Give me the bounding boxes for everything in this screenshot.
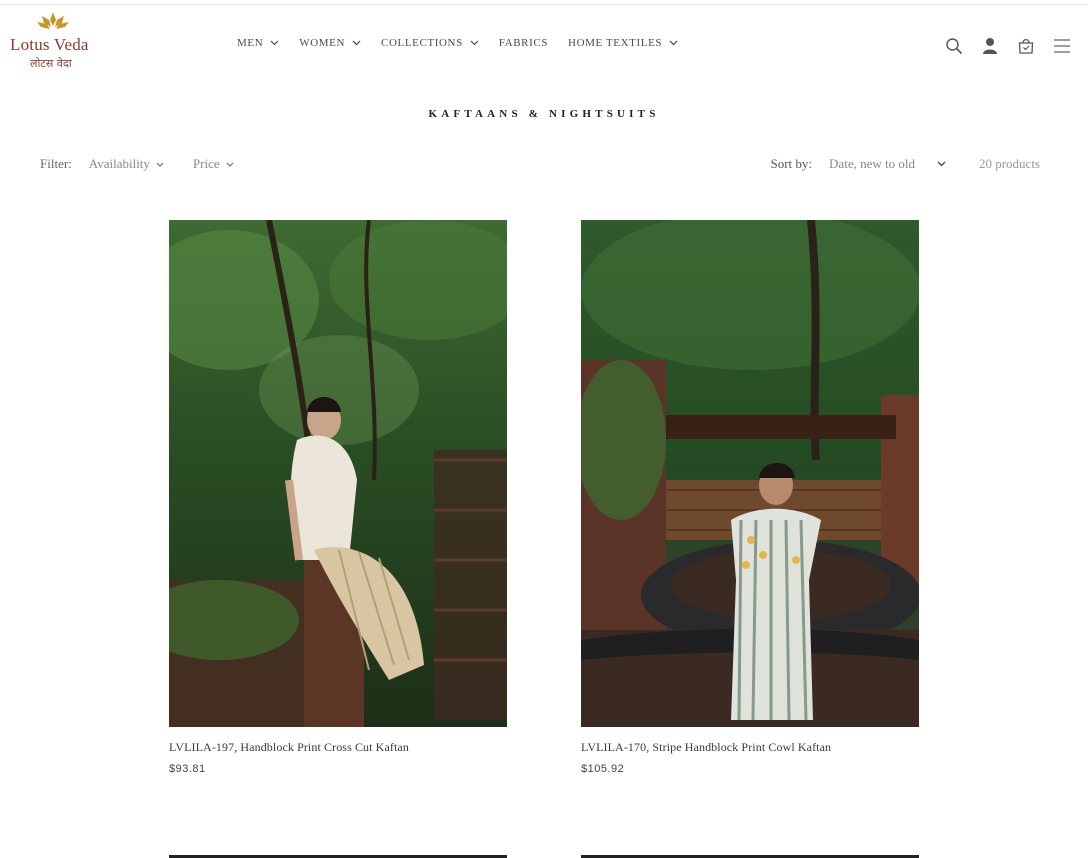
sort-select-value: Date, new to old xyxy=(829,156,915,171)
nav-collections[interactable]: COLLECTIONS xyxy=(381,37,479,49)
sort-bar: Sort by: Date, new to old 20 products xyxy=(771,156,1041,172)
logo[interactable]: Lotus Veda लोटस वेदा xyxy=(8,10,100,72)
filter-label: Filter: xyxy=(40,156,72,171)
nav-men-label: MEN xyxy=(237,37,264,49)
nav-home-textiles-label: HOME TEXTILES xyxy=(568,37,663,49)
product-image[interactable] xyxy=(169,220,507,727)
availability-filter[interactable]: Availability xyxy=(89,156,164,172)
product-count: 20 products xyxy=(978,156,1040,171)
sort-label: Sort by: xyxy=(770,156,813,171)
menu-icon[interactable] xyxy=(1052,36,1072,56)
product-price: $93.81 xyxy=(169,763,206,775)
nav-fabrics-label: FABRICS xyxy=(498,37,549,49)
product-card[interactable]: LVLILA-170, Stripe Handblock Print Cowl … xyxy=(581,220,919,775)
price-filter-label: Price xyxy=(192,156,220,171)
nav-collections-label: COLLECTIONS xyxy=(381,37,463,49)
filter-bar: Filter: Availability Price xyxy=(40,156,263,172)
account-icon[interactable] xyxy=(980,36,1000,56)
lotus-logo-icon xyxy=(37,12,69,29)
product-card[interactable]: LVLILA-197, Handblock Print Cross Cut Ka… xyxy=(169,220,507,775)
chevron-down-icon xyxy=(470,40,479,46)
header-icons xyxy=(928,36,1072,56)
nav-men[interactable]: MEN xyxy=(237,37,279,49)
chevron-down-icon xyxy=(226,162,234,167)
product-image[interactable] xyxy=(581,220,919,727)
chevron-down-icon xyxy=(669,40,678,46)
chevron-down-icon xyxy=(937,161,946,167)
chevron-down-icon xyxy=(156,162,164,167)
availability-filter-label: Availability xyxy=(88,156,150,171)
cart-icon[interactable] xyxy=(1016,36,1036,56)
product-title[interactable]: LVLILA-197, Handblock Print Cross Cut Ka… xyxy=(169,740,507,755)
nav-women[interactable]: WOMEN xyxy=(299,37,361,49)
nav-fabrics[interactable]: FABRICS xyxy=(499,37,548,49)
logo-name: Lotus Veda xyxy=(10,35,89,54)
search-icon[interactable] xyxy=(944,36,964,56)
product-title[interactable]: LVLILA-170, Stripe Handblock Print Cowl … xyxy=(581,740,919,755)
chevron-down-icon xyxy=(270,40,279,46)
top-divider xyxy=(0,4,1088,5)
chevron-down-icon xyxy=(352,40,361,46)
product-price: $105.92 xyxy=(581,763,625,775)
page-title: KAFTAANS & NIGHTSUITS xyxy=(428,108,660,120)
price-filter[interactable]: Price xyxy=(193,156,234,172)
main-nav: MEN WOMEN COLLECTIONS FABRICS HOME TEXTI… xyxy=(237,37,698,49)
nav-women-label: WOMEN xyxy=(299,37,346,49)
sort-select[interactable]: Date, new to old xyxy=(829,156,946,172)
logo-subtitle: लोटस वेदा xyxy=(30,57,72,70)
nav-home-textiles[interactable]: HOME TEXTILES xyxy=(568,37,678,49)
